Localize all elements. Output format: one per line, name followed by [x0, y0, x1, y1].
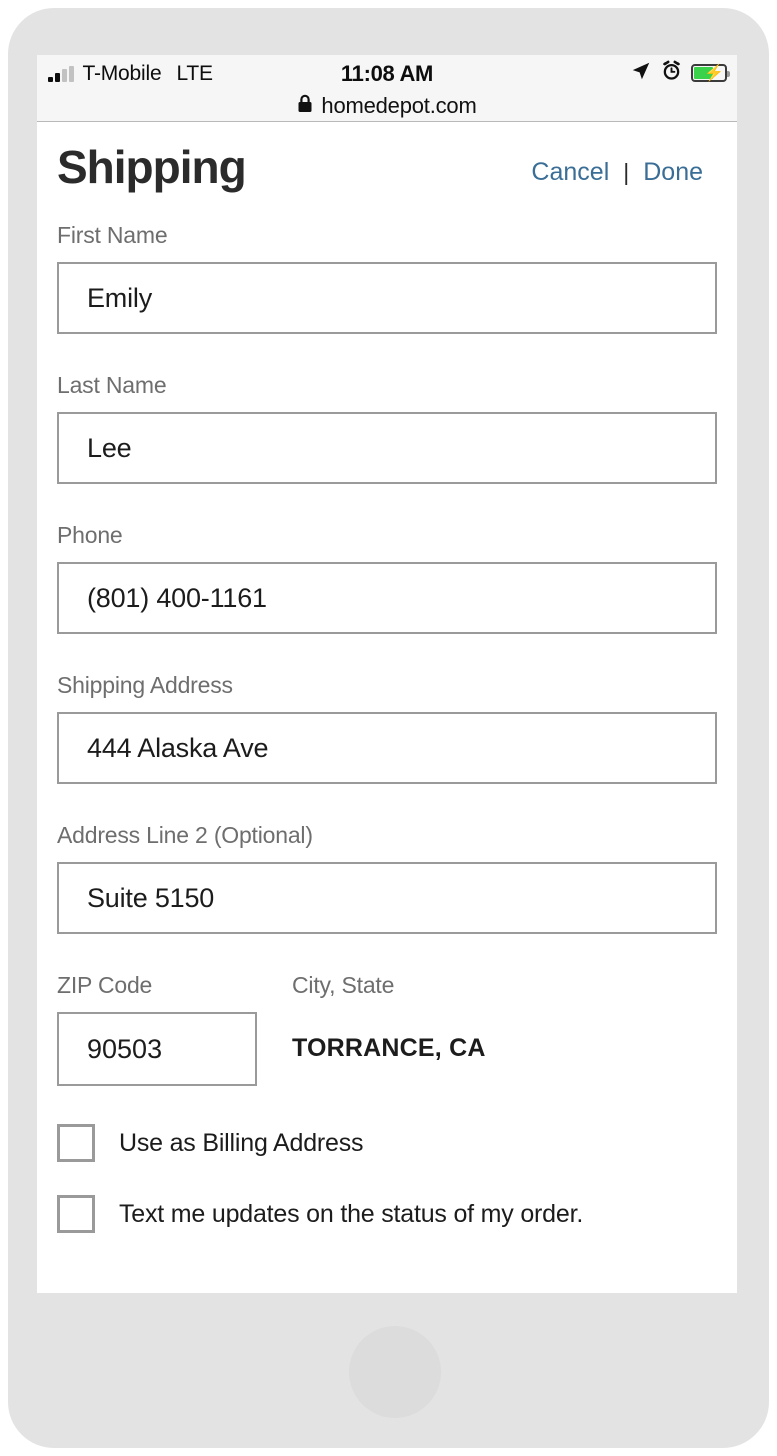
page-title: Shipping: [57, 141, 247, 193]
city-state-value: TORRANCE, CA: [292, 1034, 486, 1062]
home-button[interactable]: [349, 1326, 441, 1418]
alarm-clock-icon: [661, 60, 682, 86]
field-label-last-name: Last Name: [57, 372, 167, 398]
checkbox-row-text-updates[interactable]: Text me updates on the status of my orde…: [57, 1195, 717, 1233]
lock-icon: [297, 94, 313, 118]
field-label-address-line-2: Address Line 2 (Optional): [57, 822, 313, 848]
header-actions: Cancel | Done: [517, 158, 717, 187]
status-bar: T-Mobile LTE 11:08 AM ⚡: [37, 55, 737, 93]
field-label-zip-code: ZIP Code: [57, 972, 153, 998]
shipping-form: First Name Emily Last Name Lee Phone (80…: [37, 222, 737, 1233]
field-label-phone: Phone: [57, 522, 123, 548]
charging-bolt-icon: ⚡: [704, 65, 724, 82]
browser-url-bar[interactable]: homedepot.com: [37, 91, 737, 121]
done-button[interactable]: Done: [629, 158, 717, 187]
phone-input[interactable]: (801) 400-1161: [57, 562, 717, 634]
field-zip-code: ZIP Code 90503: [57, 972, 257, 1086]
url-text: homedepot.com: [321, 93, 477, 118]
field-label-first-name: First Name: [57, 222, 168, 248]
field-last-name: Last Name Lee: [57, 372, 717, 484]
browser-chrome: T-Mobile LTE 11:08 AM ⚡ homedepot.com: [37, 55, 737, 122]
page-header: Shipping Cancel | Done: [37, 122, 737, 222]
zip-city-row: ZIP Code 90503 City, State TORRANCE, CA: [57, 972, 717, 1108]
field-label-city-state: City, State: [292, 972, 395, 998]
location-arrow-icon: [630, 60, 652, 87]
checkbox-row-billing-address[interactable]: Use as Billing Address: [57, 1124, 717, 1162]
address-line-2-input[interactable]: Suite 5150: [57, 862, 717, 934]
checkbox-label-use-as-billing-address: Use as Billing Address: [119, 1128, 364, 1157]
status-bar-right: ⚡: [630, 60, 730, 87]
field-city-state: City, State TORRANCE, CA: [292, 972, 486, 1063]
field-phone: Phone (801) 400-1161: [57, 522, 717, 634]
zip-code-input[interactable]: 90503: [57, 1012, 257, 1086]
field-shipping-address: Shipping Address 444 Alaska Ave: [57, 672, 717, 784]
field-first-name: First Name Emily: [57, 222, 717, 334]
last-name-input[interactable]: Lee: [57, 412, 717, 484]
checkbox-text-me-updates[interactable]: [57, 1195, 95, 1233]
checkbox-label-text-me-updates: Text me updates on the status of my orde…: [119, 1199, 584, 1228]
checkbox-use-as-billing-address[interactable]: [57, 1124, 95, 1162]
phone-screen: T-Mobile LTE 11:08 AM ⚡ homedepot.com Sh…: [37, 55, 737, 1293]
cancel-button[interactable]: Cancel: [517, 158, 623, 187]
page-content: Shipping Cancel | Done First Name Emily …: [37, 122, 737, 1293]
first-name-input[interactable]: Emily: [57, 262, 717, 334]
battery-charging-icon: ⚡: [691, 64, 730, 82]
shipping-address-input[interactable]: 444 Alaska Ave: [57, 712, 717, 784]
field-label-shipping-address: Shipping Address: [57, 672, 233, 698]
field-address-line-2: Address Line 2 (Optional) Suite 5150: [57, 822, 717, 934]
